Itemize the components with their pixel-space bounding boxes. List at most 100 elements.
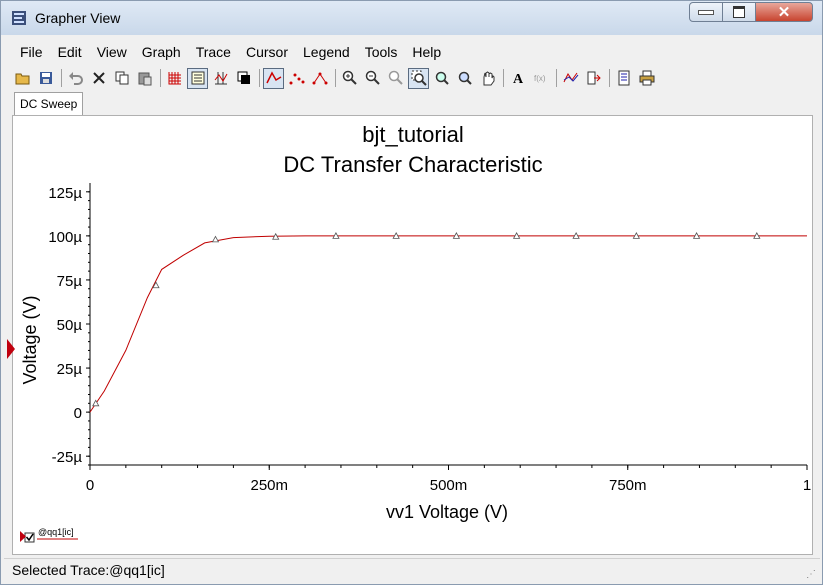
undo-button[interactable] bbox=[65, 68, 86, 89]
overlay-button[interactable] bbox=[233, 68, 254, 89]
toolbar-separator bbox=[503, 69, 504, 87]
traces[interactable] bbox=[89, 232, 807, 413]
print-button[interactable] bbox=[636, 68, 657, 89]
status-text: Selected Trace:@qq1[ic] bbox=[12, 562, 165, 578]
trace-point-marker bbox=[211, 235, 220, 243]
y-tick-label: 25µ bbox=[57, 361, 83, 378]
menu-graph[interactable]: Graph bbox=[134, 41, 188, 63]
cursors-icon bbox=[214, 72, 227, 85]
zoom-reset-button[interactable] bbox=[385, 68, 406, 89]
export-icon bbox=[587, 71, 601, 85]
restore-icon bbox=[733, 6, 745, 18]
zoom-y-button[interactable] bbox=[454, 68, 475, 89]
toolbar-separator bbox=[609, 69, 610, 87]
x-tick-label: 0 bbox=[86, 477, 94, 494]
legend-icon bbox=[191, 71, 204, 85]
toolbar-separator bbox=[160, 69, 161, 87]
text-button[interactable]: A bbox=[507, 68, 528, 89]
add-trace-button[interactable] bbox=[560, 68, 581, 89]
undo-icon bbox=[68, 72, 83, 85]
line-trace-icon bbox=[265, 71, 281, 84]
y-tick-label: 0 bbox=[74, 405, 82, 422]
svg-text:f(x): f(x) bbox=[534, 74, 546, 83]
y-tick-label: 50µ bbox=[57, 317, 83, 334]
zoom-y-icon bbox=[458, 71, 472, 85]
zoom-in-icon bbox=[342, 70, 357, 85]
window-title: Grapher View bbox=[35, 10, 121, 26]
y-tick-label: 100µ bbox=[48, 229, 82, 246]
minimize-button[interactable] bbox=[689, 2, 723, 22]
copy-icon bbox=[115, 71, 128, 85]
open-icon bbox=[15, 73, 29, 85]
zoom-out-button[interactable] bbox=[362, 68, 383, 89]
expression-button[interactable]: f(x) bbox=[530, 68, 551, 89]
y-tick-label: -25µ bbox=[52, 449, 83, 466]
page-setup-button[interactable] bbox=[613, 68, 634, 89]
title-bar[interactable]: Grapher View ✕ bbox=[1, 1, 822, 35]
grid-button[interactable] bbox=[164, 68, 185, 89]
x-tick-label: 250m bbox=[250, 477, 288, 494]
grapher-app-icon bbox=[12, 11, 26, 25]
y-tick-label: 125µ bbox=[48, 185, 82, 202]
toolbar-separator bbox=[335, 69, 336, 87]
trace-line[interactable] bbox=[89, 235, 807, 413]
export-button[interactable] bbox=[583, 68, 604, 89]
plot-pane[interactable]: bjt_tutorial DC Transfer Characteristic … bbox=[12, 115, 813, 555]
x-tick-label: 500m bbox=[430, 477, 468, 494]
menu-cursor[interactable]: Cursor bbox=[238, 41, 295, 63]
menu-trace[interactable]: Trace bbox=[188, 41, 238, 63]
open-button[interactable] bbox=[12, 68, 33, 89]
toolbar: A f(x) bbox=[12, 67, 813, 89]
zoom-area-button[interactable] bbox=[408, 67, 429, 89]
paste-button[interactable] bbox=[134, 68, 155, 89]
points-trace-icon bbox=[289, 73, 304, 85]
x-ticks: 0 250m 500m 750m 1 bbox=[86, 465, 811, 494]
delete-button[interactable] bbox=[88, 68, 109, 89]
save-icon bbox=[39, 72, 52, 84]
menu-view[interactable]: View bbox=[89, 41, 134, 63]
grapher-window: Grapher View ✕ File Edit View Graph Trac… bbox=[0, 0, 823, 585]
svg-text:A: A bbox=[513, 72, 524, 86]
close-button[interactable]: ✕ bbox=[755, 2, 813, 22]
menu-tools[interactable]: Tools bbox=[357, 41, 405, 63]
menu-edit[interactable]: Edit bbox=[50, 41, 89, 63]
page-setup-icon bbox=[618, 70, 629, 86]
zoom-reset-icon bbox=[388, 70, 403, 85]
line-trace-button[interactable] bbox=[263, 67, 284, 89]
toolbar-separator bbox=[259, 69, 260, 87]
paste-icon bbox=[138, 72, 151, 86]
chart[interactable]: bjt_tutorial DC Transfer Characteristic … bbox=[13, 116, 812, 554]
zoom-x-icon bbox=[435, 71, 449, 85]
menu-help[interactable]: Help bbox=[404, 41, 448, 63]
zoom-x-button[interactable] bbox=[431, 68, 452, 89]
status-bar: Selected Trace:@qq1[ic] ⋰ bbox=[4, 558, 820, 583]
pan-button[interactable] bbox=[477, 68, 498, 89]
cursors-button[interactable] bbox=[210, 68, 231, 89]
chart-title: bjt_tutorial bbox=[362, 122, 464, 147]
tab-strip: DC Sweep bbox=[12, 91, 813, 116]
maximize-button[interactable] bbox=[722, 2, 756, 22]
close-icon: ✕ bbox=[777, 4, 791, 21]
x-tick-label: 1 bbox=[803, 477, 811, 494]
save-button[interactable] bbox=[35, 68, 56, 89]
line-points-trace-button[interactable] bbox=[309, 68, 330, 89]
tab-dc-sweep[interactable]: DC Sweep bbox=[14, 92, 84, 115]
legend-label[interactable]: @qq1[ic] bbox=[38, 527, 74, 537]
legend-button[interactable] bbox=[187, 67, 208, 89]
expression-icon: f(x) bbox=[534, 74, 546, 83]
y-axis-label: Voltage (V) bbox=[20, 295, 40, 384]
menu-legend[interactable]: Legend bbox=[295, 41, 357, 63]
points-trace-button[interactable] bbox=[286, 68, 307, 89]
toolbar-separator bbox=[556, 69, 557, 87]
legend[interactable]: @qq1[ic] bbox=[20, 527, 78, 543]
zoom-in-button[interactable] bbox=[339, 68, 360, 89]
copy-button[interactable] bbox=[111, 68, 132, 89]
overlay-icon bbox=[237, 71, 250, 84]
chart-subtitle: DC Transfer Characteristic bbox=[283, 152, 542, 177]
x-tick-label: 750m bbox=[609, 477, 647, 494]
toolbar-separator bbox=[61, 69, 62, 87]
resize-grip-icon[interactable]: ⋰ bbox=[806, 569, 816, 580]
menu-file[interactable]: File bbox=[12, 41, 50, 63]
zoom-area-icon bbox=[411, 70, 427, 86]
line-points-trace-icon bbox=[312, 72, 327, 85]
